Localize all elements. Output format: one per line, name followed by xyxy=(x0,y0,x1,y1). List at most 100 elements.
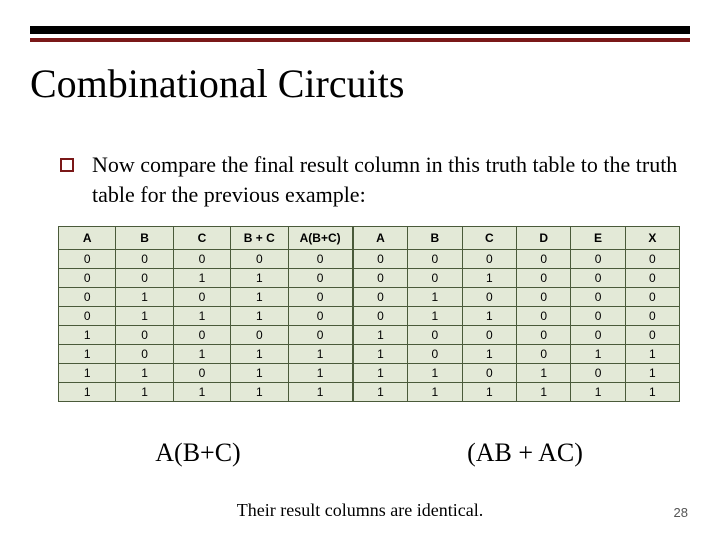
table-cell: 0 xyxy=(116,345,173,364)
table-header: B xyxy=(116,227,173,250)
table-cell: 0 xyxy=(408,345,462,364)
table-cell: 1 xyxy=(59,383,116,402)
table-cell: 1 xyxy=(625,345,679,364)
truth-table-left: ABCB + CA(B+C)00000001100101001110100001… xyxy=(58,226,353,402)
table-cell: 0 xyxy=(116,269,173,288)
table-header: D xyxy=(517,227,571,250)
table-cell: 0 xyxy=(59,250,116,269)
table-row: 111111 xyxy=(353,383,679,402)
table-cell: 0 xyxy=(173,364,230,383)
table-cell: 1 xyxy=(353,364,407,383)
table-cell: 1 xyxy=(231,345,288,364)
table-cell: 1 xyxy=(173,383,230,402)
table-cell: 1 xyxy=(408,307,462,326)
table-cell: 0 xyxy=(462,288,516,307)
table-cell: 0 xyxy=(288,326,352,345)
table-cell: 0 xyxy=(408,250,462,269)
table-cell: 0 xyxy=(517,250,571,269)
table-header: X xyxy=(625,227,679,250)
table-header: C xyxy=(173,227,230,250)
table-cell: 1 xyxy=(353,326,407,345)
table-row: 00110 xyxy=(59,269,353,288)
table-cell: 1 xyxy=(625,383,679,402)
table-cell: 0 xyxy=(517,288,571,307)
page-title: Combinational Circuits xyxy=(30,60,404,107)
caption-left: A(B+C) xyxy=(58,438,338,468)
table-cell: 0 xyxy=(173,288,230,307)
table-cell: 1 xyxy=(116,288,173,307)
table-cell: 0 xyxy=(173,250,230,269)
table-cell: 1 xyxy=(116,364,173,383)
bullet-text: Now compare the final result column in t… xyxy=(92,150,680,209)
table-cell: 0 xyxy=(571,288,625,307)
table-cell: 1 xyxy=(116,307,173,326)
table-cell: 1 xyxy=(231,364,288,383)
table-header: C xyxy=(462,227,516,250)
table-cell: 0 xyxy=(353,269,407,288)
table-cell: 0 xyxy=(353,250,407,269)
table-row: 01110 xyxy=(59,307,353,326)
table-cell: 0 xyxy=(625,250,679,269)
table-row: 10111 xyxy=(59,345,353,364)
table-cell: 0 xyxy=(625,326,679,345)
tables-container: ABCB + CA(B+C)00000001100101001110100001… xyxy=(58,226,680,402)
table-cell: 1 xyxy=(462,269,516,288)
table-row: 011000 xyxy=(353,307,679,326)
table-header: A xyxy=(353,227,407,250)
table-cell: 0 xyxy=(462,250,516,269)
table-cell: 1 xyxy=(59,345,116,364)
table-cell: 0 xyxy=(517,307,571,326)
table-cell: 1 xyxy=(116,383,173,402)
table-cell: 0 xyxy=(288,288,352,307)
slide: Combinational Circuits Now compare the f… xyxy=(0,0,720,540)
table-header: A(B+C) xyxy=(288,227,352,250)
table-cell: 1 xyxy=(517,383,571,402)
table-cell: 1 xyxy=(288,383,352,402)
table-cell: 1 xyxy=(231,288,288,307)
table-row: 11111 xyxy=(59,383,353,402)
table-cell: 1 xyxy=(173,269,230,288)
table-cell: 0 xyxy=(173,326,230,345)
table-row: 01010 xyxy=(59,288,353,307)
table-cell: 0 xyxy=(116,250,173,269)
table-cell: 0 xyxy=(571,364,625,383)
table-cell: 0 xyxy=(353,307,407,326)
table-cell: 0 xyxy=(353,288,407,307)
page-number: 28 xyxy=(674,505,688,520)
table-cell: 1 xyxy=(517,364,571,383)
table-header: B + C xyxy=(231,227,288,250)
table-cell: 0 xyxy=(408,326,462,345)
table-cell: 0 xyxy=(288,250,352,269)
table-cell: 0 xyxy=(517,326,571,345)
table-cell: 1 xyxy=(288,345,352,364)
table-cell: 0 xyxy=(625,269,679,288)
table-cell: 0 xyxy=(59,288,116,307)
table-cell: 1 xyxy=(571,383,625,402)
table-cell: 0 xyxy=(231,250,288,269)
table-cell: 0 xyxy=(116,326,173,345)
rule-dark xyxy=(30,26,690,34)
table-cell: 0 xyxy=(517,345,571,364)
table-cell: 0 xyxy=(517,269,571,288)
table-cell: 0 xyxy=(625,288,679,307)
table-cell: 1 xyxy=(59,364,116,383)
table-cell: 1 xyxy=(408,383,462,402)
table-cell: 1 xyxy=(625,364,679,383)
table-cell: 1 xyxy=(59,326,116,345)
table-cell: 1 xyxy=(408,288,462,307)
table-row: 010000 xyxy=(353,288,679,307)
table-header: B xyxy=(408,227,462,250)
table-cell: 1 xyxy=(231,269,288,288)
table-cell: 1 xyxy=(462,383,516,402)
table-cell: 1 xyxy=(231,307,288,326)
table-cell: 0 xyxy=(571,307,625,326)
table-row: 11011 xyxy=(59,364,353,383)
table-cell: 0 xyxy=(408,269,462,288)
table-cell: 1 xyxy=(571,345,625,364)
bullet-icon xyxy=(60,158,74,172)
table-cell: 0 xyxy=(288,269,352,288)
table-cell: 1 xyxy=(288,364,352,383)
table-row: 100000 xyxy=(353,326,679,345)
footer-note: Their result columns are identical. xyxy=(0,500,720,521)
table-cell: 1 xyxy=(353,383,407,402)
